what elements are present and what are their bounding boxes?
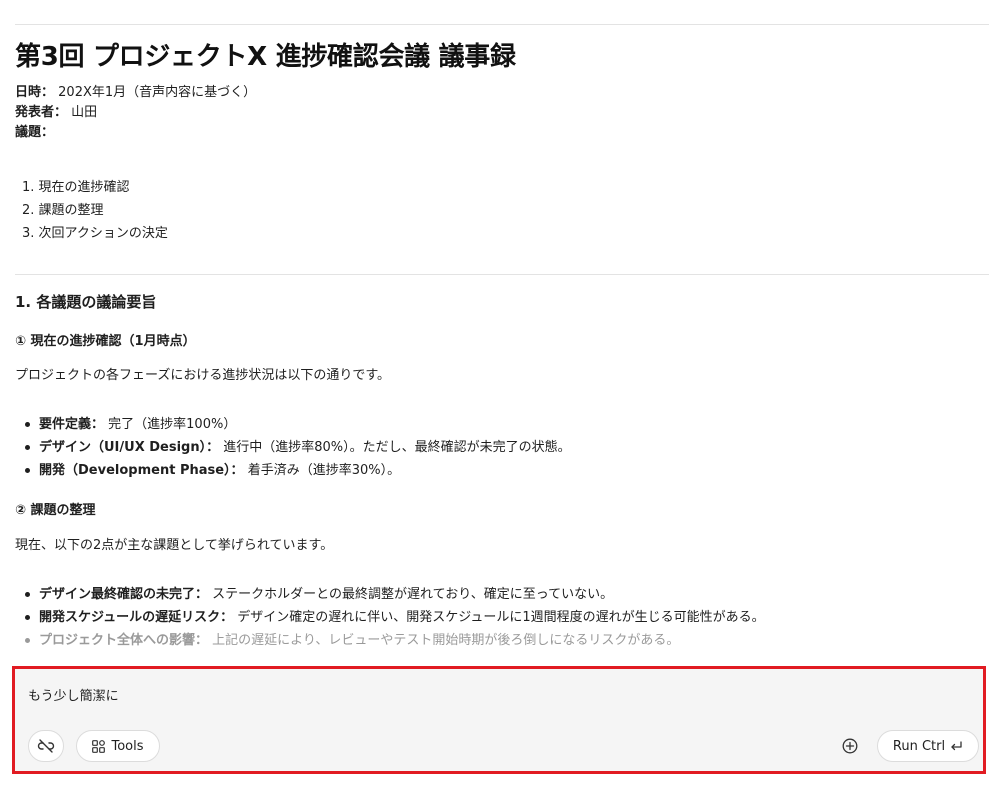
agenda-item: 2. 課題の整理 [22, 203, 104, 218]
subsection-heading-progress: ① 現在の進捗確認（1月時点） [15, 334, 196, 349]
list-item-label: 開発スケジュールの遅延リスク： [39, 610, 234, 625]
list-item-text: 完了（進捗率100%） [104, 417, 237, 432]
prompt-composer[interactable]: もう少し簡潔に Tools Run Ctrl [12, 666, 986, 774]
list-item-text: 着手済み（進捗率30%）。 [243, 463, 401, 478]
list-item: 開発スケジュールの遅延リスク： デザイン確定の遅れに伴い、開発スケジュールに1週… [21, 606, 765, 629]
list-item-text: 上記の遅延により、レビューやテスト開始時期が後ろ倒しになるリスクがある。 [208, 633, 680, 648]
plus-circle-icon [842, 738, 858, 754]
agenda-item: 3. 次回アクションの決定 [22, 226, 168, 241]
divider [15, 274, 989, 275]
list-item-label: デザイン（UI/UX Design）： [39, 440, 220, 455]
tools-button[interactable]: Tools [76, 730, 160, 762]
list-item-text: ステークホルダーとの最終調整が遅れており、確定に至っていない。 [208, 587, 614, 602]
link-off-icon [37, 739, 55, 753]
meta-presenter-value: 山田 [71, 105, 98, 120]
meta-agenda: 議題： [15, 124, 54, 142]
meta-date-label: 日時： [15, 85, 55, 100]
issues-list: デザイン最終確認の未完了： ステークホルダーとの最終調整が遅れており、確定に至っ… [21, 583, 765, 652]
divider [15, 24, 989, 25]
page: 第3回 プロジェクトX 進捗確認会議 議事録 日時： 202X年1月（音声内容に… [0, 0, 994, 786]
subsection-heading-issues: ② 課題の整理 [15, 503, 96, 518]
enter-icon [949, 740, 963, 752]
issues-intro: 現在、以下の2点が主な課題として挙げられています。 [15, 538, 334, 553]
grid-icon [92, 739, 106, 753]
list-item-label: 要件定義： [39, 417, 105, 432]
meta-date: 日時： 202X年1月（音声内容に基づく） [15, 84, 256, 102]
meta-presenter-label: 発表者： [15, 105, 68, 120]
progress-list: 要件定義： 完了（進捗率100%） デザイン（UI/UX Design）： 進行… [21, 413, 571, 482]
list-item: 要件定義： 完了（進捗率100%） [21, 413, 571, 436]
agenda-item: 1. 現在の進捗確認 [22, 180, 130, 195]
progress-intro: プロジェクトの各フェーズにおける進捗状況は以下の通りです。 [15, 368, 391, 383]
section-heading: 1. 各議題の議論要旨 [15, 293, 157, 311]
list-item: デザイン最終確認の未完了： ステークホルダーとの最終調整が遅れており、確定に至っ… [21, 583, 765, 606]
run-label: Run Ctrl [892, 738, 946, 754]
list-item: デザイン（UI/UX Design）： 進行中（進捗率80%）。ただし、最終確認… [21, 436, 571, 459]
meta-agenda-label: 議題： [15, 125, 55, 140]
tools-label: Tools [111, 738, 144, 754]
meta-date-value: 202X年1月（音声内容に基づく） [58, 85, 257, 100]
list-item-text: デザイン確定の遅れに伴い、開発スケジュールに1週間程度の遅れが生じる可能性がある… [233, 610, 765, 625]
meta-presenter: 発表者： 山田 [15, 104, 97, 122]
prompt-input[interactable]: もう少し簡潔に [28, 685, 119, 704]
link-toggle-button[interactable] [28, 730, 64, 762]
list-item: 開発（Development Phase）： 着手済み（進捗率30%）。 [21, 459, 571, 482]
document-view: 第3回 プロジェクトX 進捗確認会議 議事録 日時： 202X年1月（音声内容に… [15, 0, 989, 660]
agenda-list: 1. 現在の進捗確認 2. 課題の整理 3. 次回アクションの決定 [22, 176, 168, 245]
run-button[interactable]: Run Ctrl [877, 730, 979, 762]
list-item-label: 開発（Development Phase）： [39, 463, 244, 478]
page-title: 第3回 プロジェクトX 進捗確認会議 議事録 [15, 42, 516, 72]
add-button[interactable] [837, 730, 863, 762]
list-item-label: プロジェクト全体への影響： [39, 633, 209, 648]
list-item-text: 進行中（進捗率80%）。ただし、最終確認が未完了の状態。 [219, 440, 571, 455]
list-item-label: デザイン最終確認の未完了： [39, 587, 209, 602]
list-item: プロジェクト全体への影響： 上記の遅延により、レビューやテスト開始時期が後ろ倒し… [21, 629, 765, 652]
